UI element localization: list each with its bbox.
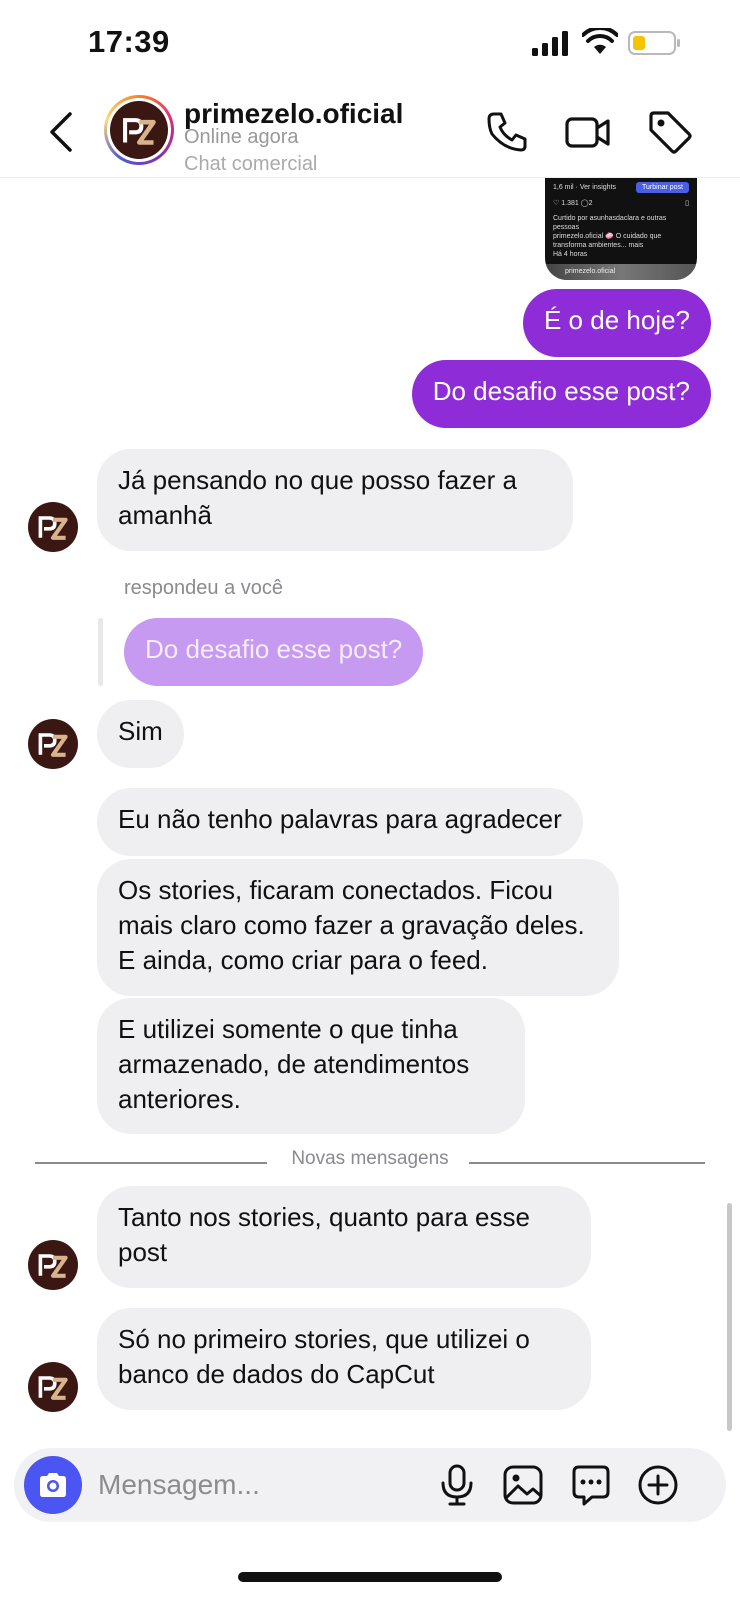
reply-indicator bbox=[98, 618, 103, 686]
phone-icon[interactable] bbox=[484, 108, 532, 156]
online-status: Online agora bbox=[184, 126, 299, 148]
pz-logo-icon bbox=[38, 733, 68, 757]
incoming-message[interactable]: E utilizei somente o que tinha armazenad… bbox=[97, 998, 525, 1134]
battery-icon bbox=[628, 31, 680, 55]
message-composer bbox=[14, 1448, 726, 1522]
sender-avatar[interactable] bbox=[28, 719, 78, 769]
camera-icon bbox=[40, 1473, 66, 1497]
post-liked-by: Curtido por asunhasdaclara e outras pess… bbox=[553, 215, 667, 231]
chat-label: Chat comercial bbox=[184, 153, 318, 175]
bookmark-icon: ▯ bbox=[685, 200, 689, 207]
pz-logo-icon bbox=[38, 516, 68, 540]
incoming-message[interactable]: Eu não tenho palavras para agradecer bbox=[97, 788, 583, 856]
back-icon[interactable] bbox=[44, 108, 80, 156]
outgoing-message[interactable]: Do desafio esse post? bbox=[411, 360, 711, 428]
reply-label: respondeu a você bbox=[124, 577, 284, 599]
post-likes: 1.381 bbox=[561, 200, 579, 207]
sticker-icon[interactable] bbox=[568, 1462, 614, 1508]
gallery-icon[interactable] bbox=[500, 1462, 546, 1508]
post-insights: 1,6 mil · Ver insights bbox=[553, 184, 617, 191]
camera-button[interactable] bbox=[24, 1456, 82, 1514]
sender-avatar[interactable] bbox=[28, 1240, 78, 1290]
incoming-message[interactable]: Só no primeiro stories, que utilizei o b… bbox=[97, 1308, 591, 1410]
microphone-icon[interactable] bbox=[434, 1462, 480, 1508]
boost-post-button: Turbinar post bbox=[636, 182, 689, 193]
message-list[interactable]: 1,6 mil · Ver insights Turbinar post ♡ 1… bbox=[0, 178, 740, 1448]
status-bar: 17:39 bbox=[0, 0, 740, 88]
new-messages-divider: Novas mensagens bbox=[35, 1148, 705, 1178]
wifi-icon bbox=[582, 28, 618, 54]
pz-logo-icon bbox=[38, 1376, 68, 1400]
post-caption: primezelo.oficial 🧼 O cuidado que transf… bbox=[553, 233, 662, 249]
pz-logo-icon bbox=[38, 1254, 68, 1278]
profile-avatar[interactable] bbox=[104, 95, 174, 165]
tag-icon[interactable] bbox=[646, 108, 694, 156]
home-indicator[interactable] bbox=[238, 1572, 502, 1582]
new-messages-label: Novas mensagens bbox=[291, 1148, 449, 1169]
heart-icon: ♡ bbox=[553, 200, 560, 207]
video-icon[interactable] bbox=[564, 108, 612, 156]
pz-logo-icon bbox=[110, 101, 168, 159]
sender-avatar[interactable] bbox=[28, 502, 78, 552]
shared-post-preview[interactable]: 1,6 mil · Ver insights Turbinar post ♡ 1… bbox=[545, 178, 697, 280]
chat-header: primezelo.oficial Online agora Chat come… bbox=[0, 88, 740, 178]
next-post-caption: primezelo.oficial bbox=[565, 268, 616, 275]
plus-icon[interactable] bbox=[635, 1462, 681, 1508]
sender-avatar[interactable] bbox=[28, 1362, 78, 1412]
incoming-message[interactable]: Sim bbox=[97, 700, 184, 768]
incoming-message[interactable]: Os stories, ficaram conectados. Ficou ma… bbox=[97, 859, 619, 996]
incoming-message[interactable]: Já pensando no que posso fazer a amanhã bbox=[97, 449, 573, 551]
incoming-message[interactable]: Tanto nos stories, quanto para esse post bbox=[97, 1186, 591, 1288]
comment-icon: ◯ bbox=[580, 200, 589, 207]
post-time: Há 4 horas bbox=[553, 251, 588, 258]
message-input[interactable] bbox=[98, 1464, 428, 1506]
scrollbar[interactable] bbox=[727, 1203, 732, 1431]
cellular-signal-icon bbox=[532, 31, 568, 56]
post-comments: 2 bbox=[588, 200, 593, 207]
outgoing-message[interactable]: É o de hoje? bbox=[522, 289, 711, 357]
quoted-reply[interactable]: Do desafio esse post? bbox=[124, 618, 424, 686]
status-time: 17:39 bbox=[88, 24, 170, 59]
